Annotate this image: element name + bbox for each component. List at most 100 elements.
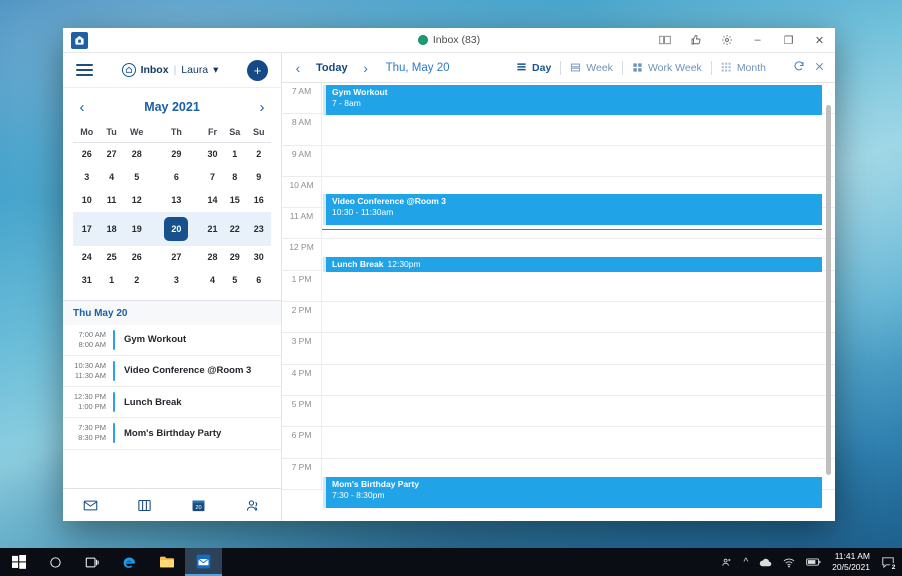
hour-slot[interactable]	[322, 271, 835, 301]
next-day-button[interactable]: ›	[356, 60, 376, 76]
task-view-button[interactable]	[74, 548, 111, 576]
mini-calendar-day[interactable]: 25	[101, 246, 123, 269]
start-button[interactable]	[0, 548, 37, 576]
mini-calendar-day[interactable]: 10	[73, 189, 101, 212]
view-week-button[interactable]: Week	[561, 58, 622, 78]
view-work-week-button[interactable]: Work Week	[623, 58, 711, 78]
mini-calendar-day[interactable]: 2	[246, 143, 271, 166]
mini-calendar-day[interactable]: 27	[151, 246, 202, 269]
close-icon[interactable]	[814, 61, 825, 75]
mini-calendar-day[interactable]: 4	[101, 166, 123, 189]
mini-calendar-day[interactable]: 21	[201, 211, 224, 246]
hour-slot[interactable]	[322, 365, 835, 395]
agenda-item[interactable]: 7:30 PM 8:30 PM Mom's Birthday Party	[63, 418, 281, 450]
mini-calendar-day[interactable]: 18	[100, 211, 123, 246]
mini-calendar-weekday: Mo	[73, 123, 101, 143]
mini-calendar-day-selected[interactable]: 20	[150, 211, 202, 246]
mini-calendar-day[interactable]: 5	[123, 166, 151, 189]
agenda-item[interactable]: 10:30 AM 11:30 AM Video Conference @Room 3	[63, 356, 281, 387]
calendar-scrollbar[interactable]	[826, 105, 831, 475]
chevron-up-icon[interactable]: ^	[743, 557, 748, 568]
mini-calendar-day[interactable]: 1	[101, 269, 123, 292]
hour-row[interactable]: 2 PM	[282, 302, 835, 334]
account-selector[interactable]: Inbox | Laura ▾	[121, 63, 218, 77]
mini-calendar-day[interactable]: 5	[223, 269, 246, 292]
hour-slot[interactable]	[322, 427, 835, 457]
mini-calendar-day[interactable]: 30	[202, 143, 223, 166]
taskbar-clock[interactable]: 11:41 AM 20/5/2021	[832, 551, 870, 574]
mini-calendar-day[interactable]: 4	[202, 269, 223, 292]
mail-icon[interactable]	[83, 498, 98, 513]
calendar-event[interactable]: Lunch Break 12:30pm	[323, 257, 822, 272]
refresh-icon[interactable]	[793, 60, 805, 75]
file-explorer-button[interactable]	[148, 548, 185, 576]
mini-calendar-day[interactable]: 11	[101, 189, 123, 212]
hour-row[interactable]: 8 AM	[282, 114, 835, 146]
calendar-event[interactable]: Gym Workout 7 - 8am	[323, 85, 822, 115]
mini-calendar-day[interactable]: 28	[123, 143, 151, 166]
today-button[interactable]: Today	[316, 62, 348, 74]
mini-calendar-day[interactable]: 27	[101, 143, 123, 166]
mini-calendar-day[interactable]: 26	[73, 143, 101, 166]
mini-calendar-day[interactable]: 30	[246, 246, 271, 269]
people-icon[interactable]	[245, 498, 261, 513]
mini-calendar-day[interactable]: 2	[123, 269, 151, 292]
agenda-item[interactable]: 7:00 AM 8:00 AM Gym Workout	[63, 325, 281, 356]
calendar-icon[interactable]: 20	[191, 498, 206, 513]
mini-calendar-day[interactable]: 13	[151, 189, 202, 212]
hour-row[interactable]: 4 PM	[282, 364, 835, 396]
mini-calendar-day[interactable]: 1	[223, 143, 246, 166]
calendar-event[interactable]: Mom's Birthday Party 7:30 - 8:30pm	[323, 477, 822, 508]
mini-calendar-day[interactable]: 31	[73, 269, 101, 292]
previous-day-button[interactable]: ‹	[288, 60, 308, 76]
mini-calendar-day[interactable]: 19	[122, 211, 151, 246]
hour-slot[interactable]	[322, 114, 835, 144]
hour-row[interactable]: 5 PM	[282, 395, 835, 428]
hour-slot[interactable]	[322, 396, 835, 426]
cortana-button[interactable]	[37, 548, 74, 576]
mini-calendar-day[interactable]: 12	[123, 189, 151, 212]
mini-calendar-day[interactable]: 17	[73, 211, 101, 246]
day-grid[interactable]: 7 AM 8 AM 9 AM 10 AM 11 AM 12 PM 1 PM 2 PM 3 PM 4…	[282, 83, 835, 521]
mini-calendar-day[interactable]: 16	[246, 189, 271, 212]
view-month-button[interactable]: Month	[712, 58, 775, 78]
mini-calendar-day[interactable]: 24	[73, 246, 101, 269]
view-day-button[interactable]: Day	[507, 58, 560, 78]
mini-prev-month-button[interactable]: ‹	[73, 99, 91, 116]
mini-calendar-day[interactable]: 7	[202, 166, 223, 189]
hour-row[interactable]: 3 PM	[282, 333, 835, 365]
mini-next-month-button[interactable]: ›	[253, 99, 271, 116]
hamburger-icon[interactable]	[76, 64, 93, 76]
mini-calendar-day[interactable]: 9	[246, 166, 271, 189]
hour-slot[interactable]	[322, 146, 835, 176]
mini-calendar-day[interactable]: 23	[246, 211, 271, 246]
calendar-event[interactable]: Video Conference @Room 3 10:30 - 11:30am	[323, 194, 822, 225]
mini-calendar-day[interactable]: 26	[123, 246, 151, 269]
reading-icon[interactable]	[137, 498, 152, 513]
battery-icon[interactable]	[806, 557, 821, 567]
hour-slot[interactable]	[322, 333, 835, 363]
mail-app-button[interactable]	[185, 548, 222, 576]
hour-row[interactable]: 6 PM	[282, 427, 835, 459]
notification-icon[interactable]: 2	[881, 556, 898, 572]
people-tray-icon[interactable]	[721, 557, 732, 568]
mini-calendar-day[interactable]: 3	[73, 166, 101, 189]
mini-calendar-day[interactable]: 28	[202, 246, 223, 269]
edge-button[interactable]	[111, 548, 148, 576]
hour-slot[interactable]	[322, 302, 835, 332]
mini-calendar-day[interactable]: 3	[151, 269, 202, 292]
mini-calendar-day[interactable]: 15	[223, 189, 246, 212]
hour-row[interactable]: 1 PM	[282, 270, 835, 303]
mini-calendar-day[interactable]: 22	[223, 211, 247, 246]
mini-calendar-day[interactable]: 6	[246, 269, 271, 292]
mini-calendar-day[interactable]: 8	[223, 166, 246, 189]
new-event-button[interactable]: +	[247, 59, 268, 81]
network-icon[interactable]	[783, 557, 795, 568]
hour-row[interactable]: 9 AM	[282, 145, 835, 177]
cloud-icon[interactable]	[759, 557, 772, 568]
mini-calendar-day[interactable]: 6	[151, 166, 202, 189]
mini-calendar-day[interactable]: 29	[223, 246, 246, 269]
agenda-item[interactable]: 12:30 PM 1:00 PM Lunch Break	[63, 387, 281, 419]
mini-calendar-day[interactable]: 29	[151, 143, 202, 166]
mini-calendar-day[interactable]: 14	[202, 189, 223, 212]
